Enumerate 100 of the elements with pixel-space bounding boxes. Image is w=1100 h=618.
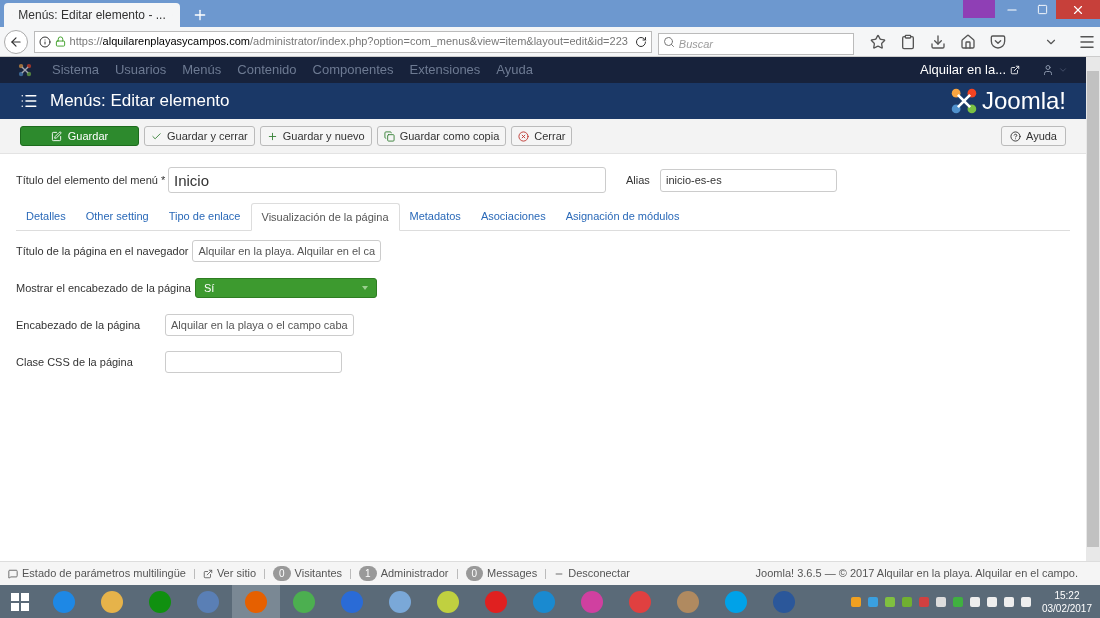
footer-text: Joomla! 3.6.5 — © 2017 Alquilar en la playa. Alquilar en el campo.: [755, 566, 1078, 582]
circle-icon: [436, 589, 460, 614]
circle-icon: [724, 589, 748, 614]
nav-menu-item[interactable]: Componentes: [312, 60, 394, 80]
toolbar-button[interactable]: Guardar como copia: [376, 126, 507, 146]
circle-icon: [340, 589, 364, 614]
tab[interactable]: Asignación de módulos: [555, 203, 690, 230]
page-title: Menús: Editar elemento: [50, 90, 230, 113]
caret-icon: [1058, 65, 1068, 75]
tray-icon[interactable]: [849, 595, 862, 608]
tray-icon[interactable]: [951, 595, 964, 608]
external-link-icon: [202, 568, 213, 579]
circle-icon: [100, 589, 124, 614]
tray-icon[interactable]: [883, 595, 896, 608]
tab[interactable]: Detalles: [16, 203, 76, 230]
nav-menu-item[interactable]: Contenido: [237, 60, 297, 80]
circle-icon: [388, 589, 412, 614]
new-tab-icon[interactable]: [192, 7, 208, 23]
tray-icon[interactable]: [934, 595, 947, 608]
plus-icon: [266, 130, 278, 142]
text-input[interactable]: Alquilar en la playa o el campo caba: [165, 314, 354, 336]
download-icon[interactable]: [930, 33, 946, 50]
toolbar-button[interactable]: Guardar y cerrar: [144, 126, 255, 146]
restore-icon[interactable]: [1037, 4, 1048, 15]
field-label: Título del elemento del menú *: [16, 172, 167, 188]
home-icon[interactable]: [960, 33, 976, 50]
pocket-icon[interactable]: [990, 33, 1006, 50]
title-input[interactable]: Inicio: [168, 167, 606, 193]
search-icon: [662, 35, 675, 48]
circle-icon: [244, 589, 268, 614]
tray-icon[interactable]: [1019, 595, 1032, 608]
circle-icon: [196, 589, 220, 614]
field-label: Alias: [626, 172, 651, 188]
private-browsing-badge: [963, 0, 995, 18]
tray-icon[interactable]: [900, 595, 913, 608]
text-input[interactable]: [165, 351, 342, 373]
tab[interactable]: Other setting: [75, 203, 159, 230]
toolbar-button[interactable]: Guardar y nuevo: [259, 126, 372, 146]
search-field[interactable]: Buscar: [657, 32, 854, 55]
copy-icon: [383, 130, 395, 142]
field-label: Encabezado de la página: [16, 317, 142, 333]
count-badge: 0: [465, 566, 484, 581]
site-link[interactable]: Alquilar en la...: [920, 60, 1006, 80]
caret-icon: [361, 286, 368, 290]
text-input[interactable]: Alquilar en la playa. Alquilar en el ca: [192, 240, 382, 262]
select-field[interactable]: Sí: [194, 278, 377, 298]
circle-icon: [484, 589, 508, 614]
back-arrow-icon: [8, 34, 23, 49]
status-link[interactable]: Messages: [487, 565, 538, 582]
reload-icon[interactable]: [634, 35, 647, 48]
nav-menu-item[interactable]: Extensiones: [409, 60, 481, 80]
alias-input[interactable]: inicio-es-es: [660, 168, 837, 192]
browser-tab[interactable]: Menús: Editar elemento - ...: [4, 3, 180, 27]
info-icon: [38, 35, 51, 48]
tab[interactable]: Asociaciones: [470, 203, 556, 230]
circle-icon: [676, 589, 700, 614]
url-field[interactable]: https://alquilarenplayasycampos.com/administrator/index.php?option=com_menus&view=item&layout=edit&id=223: [33, 30, 652, 53]
help-button[interactable]: Ayuda: [1001, 126, 1066, 146]
nav-menu-item[interactable]: Sistema: [52, 60, 99, 80]
check-icon: [151, 130, 162, 142]
lock-icon: [54, 36, 66, 47]
field-label: Título de la página en el navegador: [16, 243, 189, 259]
status-link[interactable]: Administrador: [380, 565, 449, 582]
circle-icon: [532, 589, 556, 614]
window-close-button[interactable]: [1056, 0, 1100, 19]
tray-icon[interactable]: [968, 595, 981, 608]
url-text: https://alquilarenplayasycampos.com/administrator/index.php?option=com_menus&view=item&layout=edit&id=223: [69, 34, 629, 50]
status-link[interactable]: Ver sitio: [216, 565, 256, 582]
status-link[interactable]: Desconectar: [568, 565, 630, 582]
tray-icon[interactable]: [866, 595, 879, 608]
toolbar-button[interactable]: Cerrar: [511, 126, 573, 146]
user-icon[interactable]: [1042, 64, 1054, 76]
save-button[interactable]: Guardar: [20, 126, 139, 146]
tab[interactable]: Tipo de enlace: [158, 203, 251, 230]
bookmark-star-icon[interactable]: [870, 33, 886, 50]
tray-icon[interactable]: [1002, 595, 1015, 608]
circle-icon: [772, 589, 796, 614]
tray-icon[interactable]: [985, 595, 998, 608]
edit-icon: [50, 130, 62, 142]
nav-menu-item[interactable]: Usuarios: [114, 60, 167, 80]
logo-text: Joomla!: [981, 86, 1066, 116]
circle-icon: [628, 589, 652, 614]
nav-menu-item[interactable]: Ayuda: [496, 60, 533, 80]
back-button[interactable]: [4, 29, 28, 54]
nav-menu-item[interactable]: Menús: [182, 60, 222, 80]
clipboard-icon[interactable]: [900, 33, 916, 50]
joomla-logo-icon: [949, 87, 978, 115]
field-label: Clase CSS de la página: [16, 354, 134, 370]
comment-icon: [8, 568, 18, 579]
circle-icon: [292, 589, 316, 614]
scrollbar[interactable]: [1086, 57, 1100, 561]
joomla-logo-icon: [18, 63, 32, 77]
status-link[interactable]: Visitantes: [294, 565, 343, 582]
tab[interactable]: Metadatos: [399, 203, 471, 230]
count-badge: 0: [273, 566, 291, 581]
list-icon: [20, 92, 38, 110]
field-label: Mostrar el encabezado de la página: [16, 280, 191, 296]
status-link[interactable]: Estado de parámetros multilingüe: [22, 565, 186, 582]
clock-time: 15:22: [1054, 588, 1080, 602]
tab[interactable]: Visualización de la página: [250, 203, 400, 231]
